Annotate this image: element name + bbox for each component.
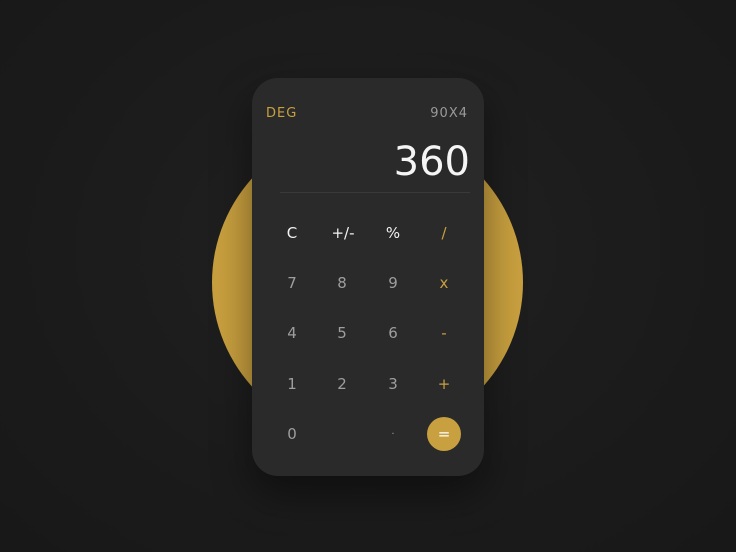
decimal-button[interactable]: · [368,409,418,459]
plus-button[interactable]: + [419,359,469,409]
display-divider [280,192,470,193]
page-background: DEG 90X4 360 C +/- % / 7 8 9 x 4 5 6 - 1… [0,0,736,552]
calculator-card: DEG 90X4 360 C +/- % / 7 8 9 x 4 5 6 - 1… [252,78,484,476]
angle-mode-toggle[interactable]: DEG [266,106,297,121]
sign-toggle-button[interactable]: +/- [318,208,368,258]
digit-8-button[interactable]: 8 [317,258,367,308]
digit-5-button[interactable]: 5 [317,308,367,358]
digit-0-button[interactable]: 0 [267,409,317,459]
digit-6-button[interactable]: 6 [368,308,418,358]
clear-button[interactable]: C [267,208,317,258]
percent-button[interactable]: % [368,208,418,258]
digit-9-button[interactable]: 9 [368,258,418,308]
divide-button[interactable]: / [419,208,469,258]
equals-button[interactable]: = [419,409,469,459]
expression-display: 90X4 [430,106,468,121]
result-display: 360 [393,139,470,185]
equals-button-label: = [427,417,461,451]
digit-1-button[interactable]: 1 [267,359,317,409]
multiply-button[interactable]: x [419,258,469,308]
digit-3-button[interactable]: 3 [368,359,418,409]
digit-7-button[interactable]: 7 [267,258,317,308]
minus-button[interactable]: - [419,308,469,358]
digit-4-button[interactable]: 4 [267,308,317,358]
digit-2-button[interactable]: 2 [317,359,367,409]
